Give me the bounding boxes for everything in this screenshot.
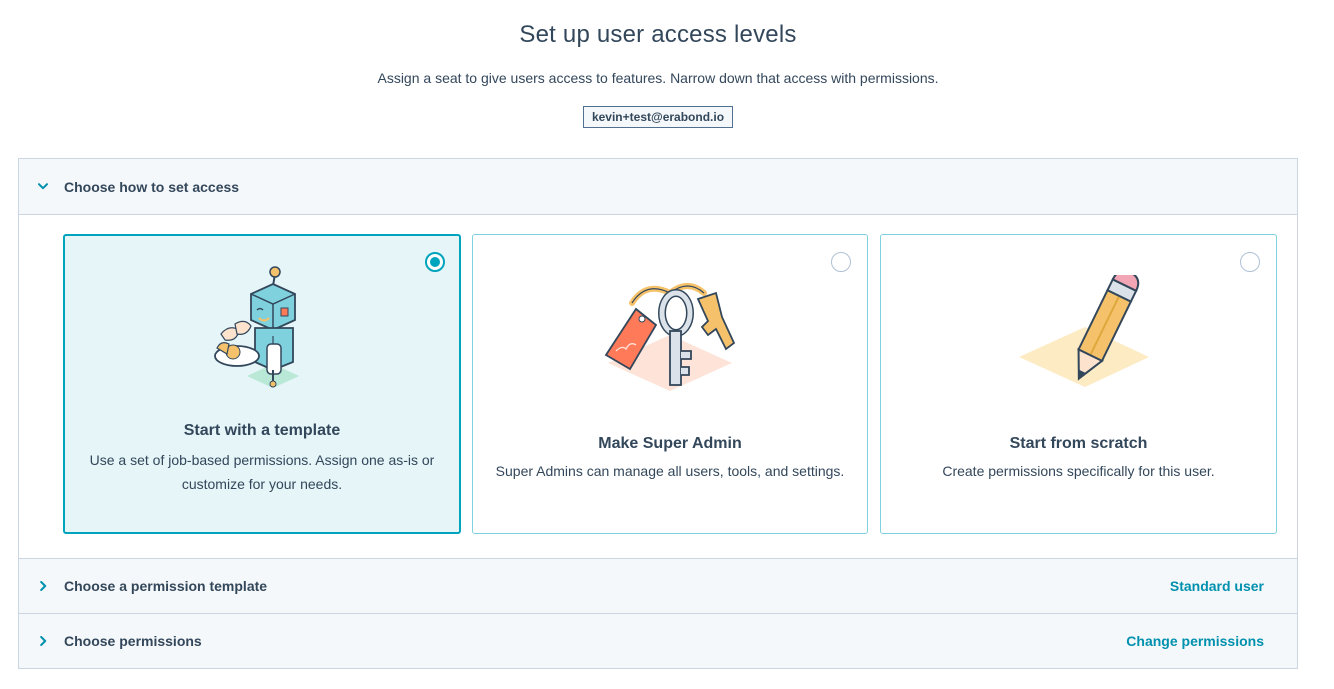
card-make-super-admin[interactable]: Make Super Admin Super Admins can manage… [472,234,868,534]
section-title-template: Choose a permission template [64,578,268,594]
card-title: Start with a template [183,422,341,439]
card-title: Make Super Admin [598,435,742,452]
radio-make-super-admin[interactable] [831,252,851,272]
card-description: Create permissions specifically for this… [942,463,1215,479]
user-email-tag: kevin+test@erabond.io [582,106,734,128]
keys-illustration [604,283,736,391]
page-title: Set up user access levels [519,21,797,48]
card-start-from-scratch[interactable]: Start from scratch Create permissions sp… [880,234,1277,534]
chevron-right-icon [37,581,49,591]
section-title-permissions: Choose permissions [64,633,202,649]
card-title: Start from scratch [1009,435,1148,452]
radio-start-with-template[interactable] [425,252,445,272]
chevron-down-icon [37,183,49,190]
pencil-illustration [1018,275,1149,387]
radio-start-from-scratch[interactable] [1240,252,1260,272]
section-header-permissions[interactable]: Choose permissions Change permissions [19,613,1297,668]
card-start-with-template[interactable]: Start with a template Use a set of job-b… [63,234,461,534]
card-description: Use a set of job-based permissions. Assi… [89,452,435,492]
chevron-right-icon [37,636,49,646]
change-permissions-link[interactable]: Change permissions [1126,633,1264,649]
page-subtitle: Assign a seat to give users access to fe… [377,70,939,86]
access-options: Start with a template Use a set of job-b… [19,214,1297,558]
access-accordion: Choose how to set access Start with a te… [18,158,1298,669]
section-header-access[interactable]: Choose how to set access [19,159,1297,214]
standard-user-link[interactable]: Standard user [1170,578,1264,594]
card-description: Super Admins can manage all users, tools… [495,463,845,479]
robot-waiter-illustration [214,266,299,388]
section-header-template[interactable]: Choose a permission template Standard us… [19,558,1297,613]
section-title-access: Choose how to set access [64,178,240,195]
